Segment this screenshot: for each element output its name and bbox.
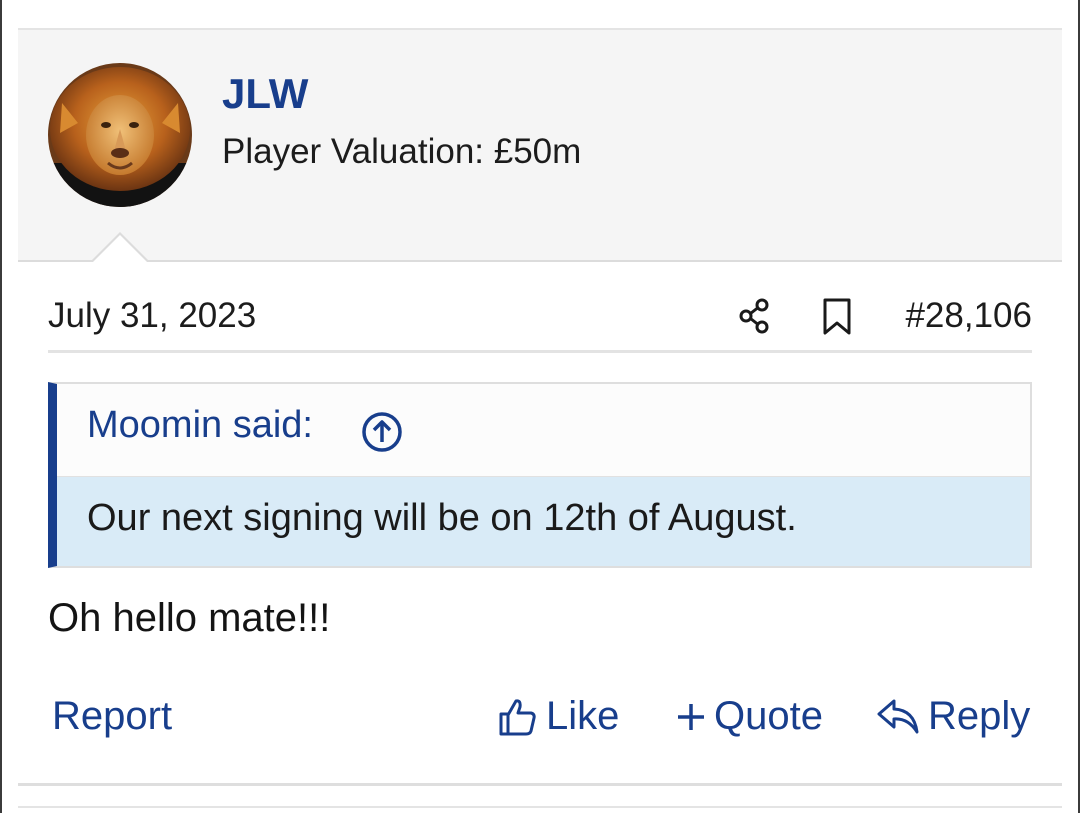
quote-header: Moomin said: (57, 384, 1030, 476)
thumbs-up-icon (499, 698, 536, 735)
user-block: JLW Player Valuation: £50m (18, 30, 1062, 262)
user-block-pointer-fill (92, 235, 148, 263)
quote-label: Quote (714, 694, 823, 738)
quote-author[interactable]: Moomin said: (87, 404, 313, 447)
post-message: Oh hello mate!!! (48, 596, 331, 640)
post-actions: Report Like Quote Reply (48, 694, 1032, 754)
arrow-up-circle-icon[interactable] (361, 411, 403, 453)
post-date[interactable]: July 31, 2023 (48, 296, 256, 336)
report-label: Report (52, 694, 173, 738)
window-edge-left (0, 0, 2, 813)
post-meta: July 31, 2023 #28,106 (48, 288, 1032, 353)
post-number-link[interactable]: #28,106 (905, 296, 1032, 336)
reply-label: Reply (928, 694, 1031, 738)
bookmark-icon[interactable] (822, 298, 852, 336)
username[interactable]: JLW (222, 70, 308, 118)
quote-text: Our next signing will be on 12th of Augu… (87, 497, 797, 539)
user-title: Player Valuation: £50m (222, 132, 582, 171)
reply-icon (877, 699, 919, 733)
share-icon[interactable] (738, 298, 772, 334)
forum-post: JLW Player Valuation: £50m July 31, 2023… (18, 28, 1062, 786)
next-post-edge (18, 806, 1062, 818)
quote-body: Our next signing will be on 12th of Augu… (57, 476, 1030, 566)
reply-button[interactable]: Reply (876, 694, 1030, 739)
like-label: Like (546, 694, 620, 738)
plus-icon (678, 703, 704, 730)
quote-button[interactable]: Quote (676, 694, 823, 739)
report-button[interactable]: Report (52, 694, 172, 739)
quote-block: Moomin said: Our next signing will be on… (48, 382, 1032, 568)
lion-avatar-icon (48, 63, 192, 207)
like-button[interactable]: Like (498, 694, 619, 739)
avatar[interactable] (48, 63, 192, 207)
